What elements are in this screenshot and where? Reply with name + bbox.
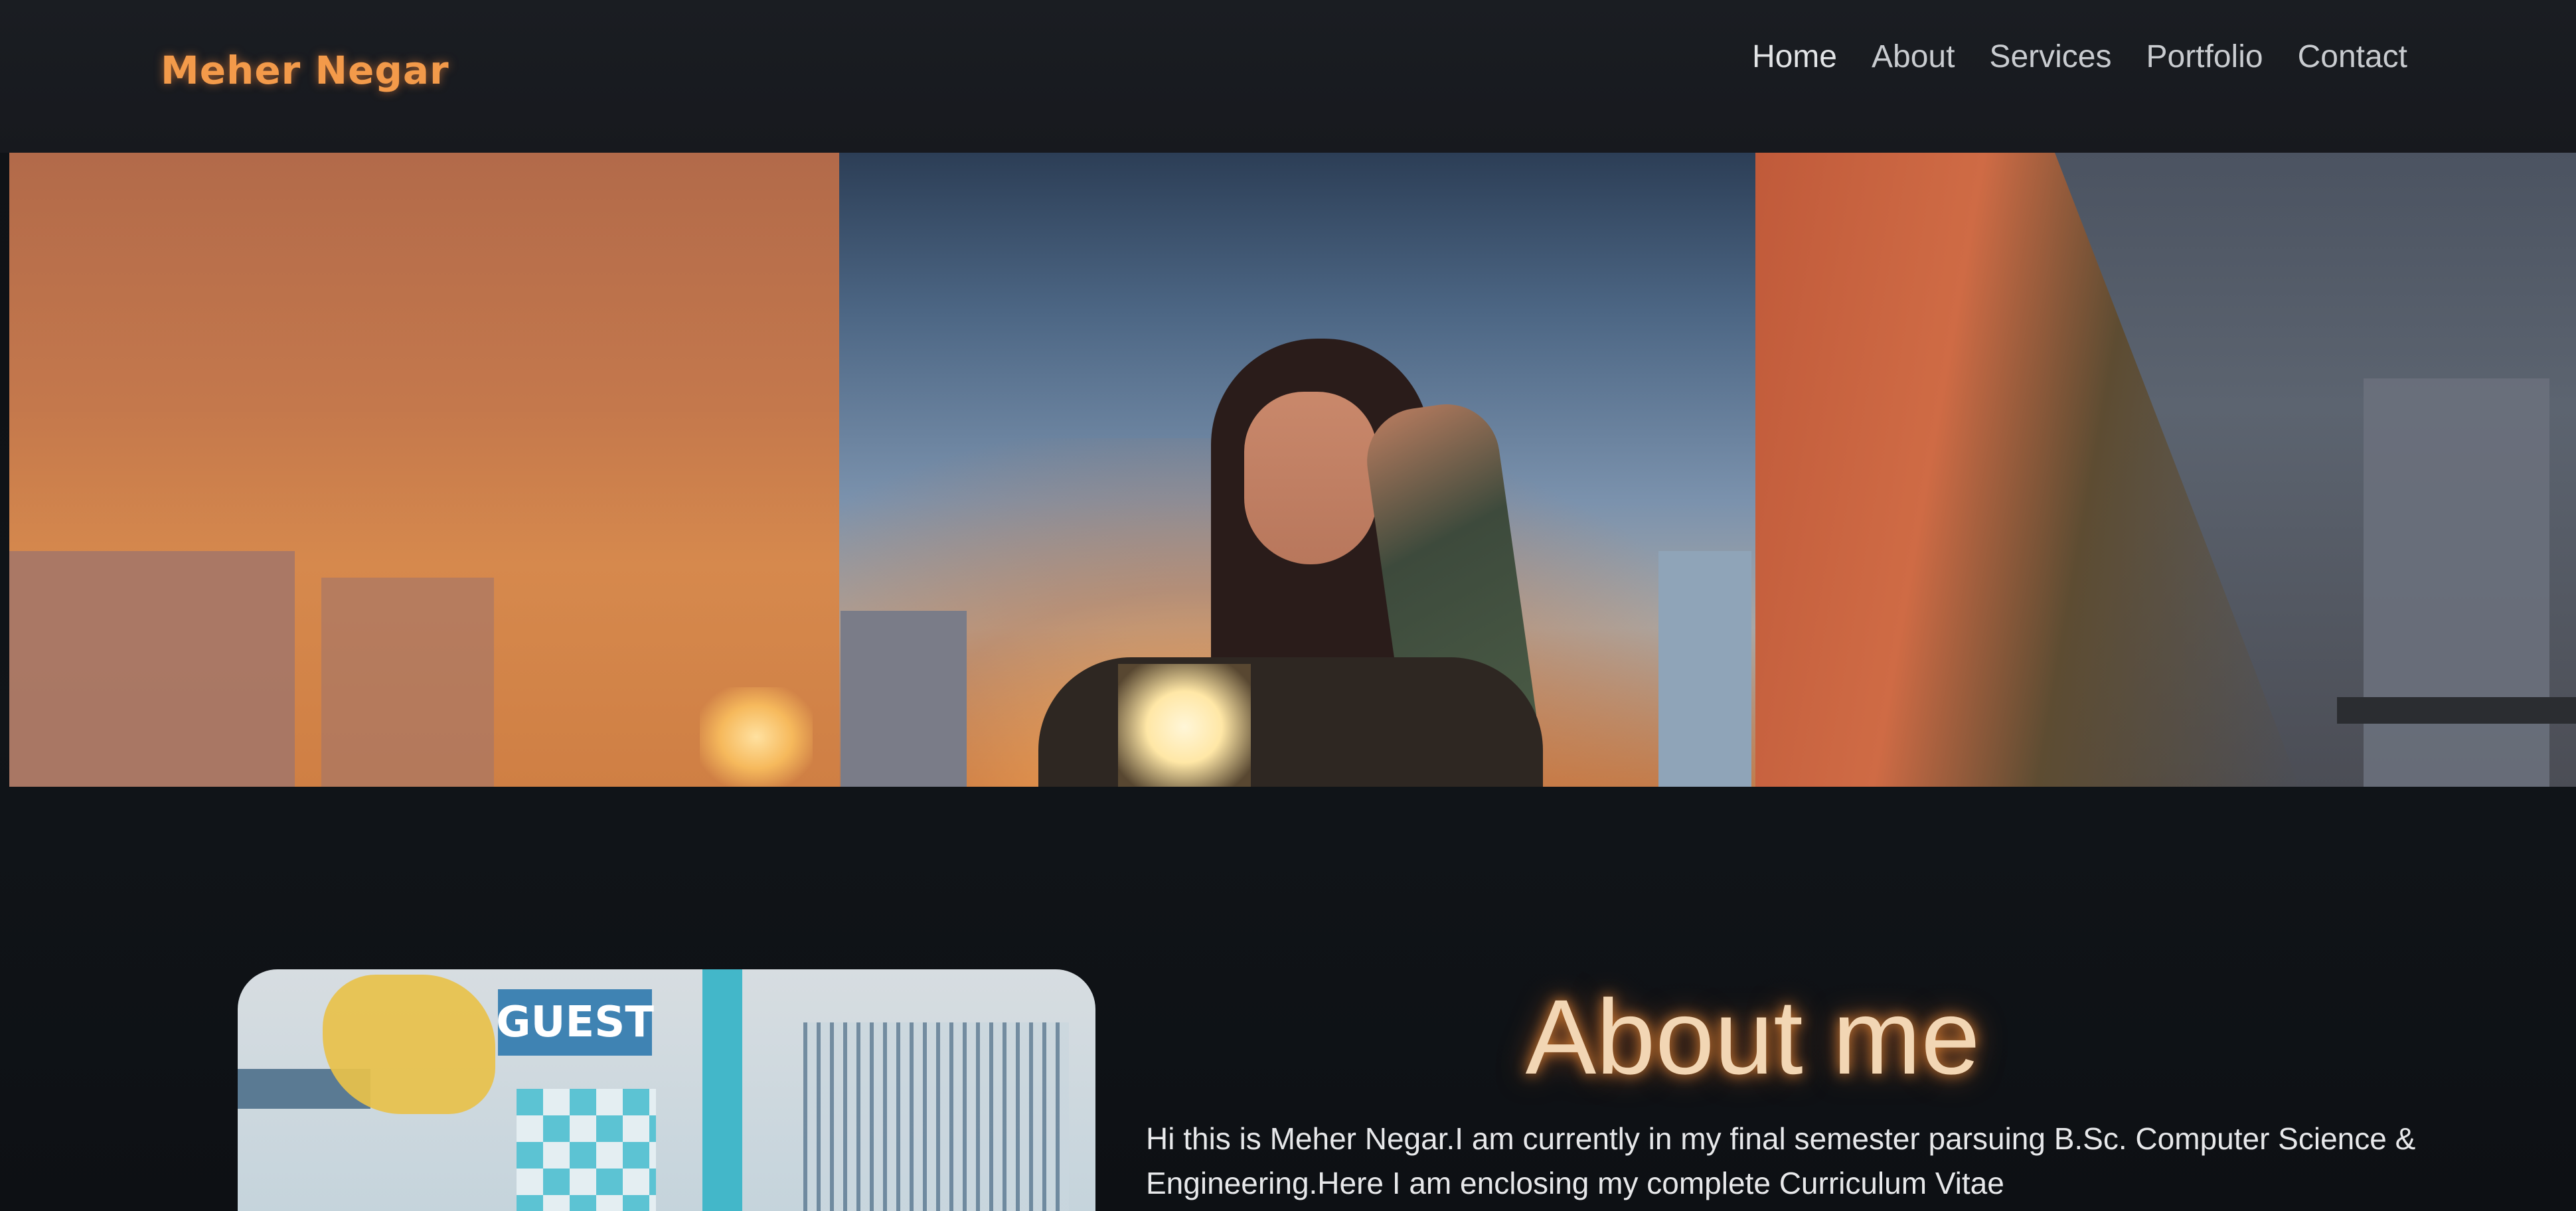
photo-grid-structure (803, 1022, 1069, 1211)
building-shape (321, 578, 494, 787)
nav-link-services[interactable]: Services (1989, 39, 2111, 75)
brand-logo[interactable]: Meher Negar (161, 48, 449, 93)
building-shape (841, 611, 967, 787)
nav-item-contact: Contact (2298, 39, 2407, 75)
building-shape (1658, 551, 1751, 787)
guest-sign: GUEST (496, 989, 654, 1056)
nav-link-about[interactable]: About (1872, 39, 1955, 75)
photo-checker-wall (517, 1089, 656, 1211)
about-title: About me (1525, 977, 1980, 1096)
about-photo: GUEST (238, 969, 1095, 1211)
nav-item-portfolio: Portfolio (2146, 39, 2263, 75)
building-shape (9, 551, 295, 787)
photo-yellow-shape (323, 975, 495, 1114)
ledge-shape (2337, 697, 2576, 724)
page: Meher Negar Home About Services Portfoli… (0, 0, 2576, 1211)
nav-item-about: About (1872, 39, 1955, 75)
nav-link-portfolio[interactable]: Portfolio (2146, 39, 2263, 75)
portrait-body (1038, 657, 1543, 787)
nav-item-services: Services (1989, 39, 2111, 75)
portrait-face (1244, 392, 1377, 564)
nav-link-home[interactable]: Home (1752, 39, 1837, 75)
hero-banner (9, 153, 2576, 787)
hero-image-left (9, 153, 839, 787)
light-glow (700, 687, 813, 787)
blurred-arm (1755, 153, 2300, 787)
candle-light (1118, 664, 1251, 787)
about-text: Hi this is Meher Negar.I am currently in… (1146, 1121, 2416, 1200)
nav-link-contact[interactable]: Contact (2298, 39, 2407, 75)
navbar: Meher Negar Home About Services Portfoli… (0, 0, 2576, 153)
hero-image-center (839, 153, 1755, 787)
hero-image-right (1755, 153, 2576, 787)
nav-item-home: Home (1752, 39, 1837, 75)
photo-pillar (702, 969, 742, 1211)
nav-menu: Home About Services Portfolio Contact (1752, 39, 2407, 75)
building-shape (2364, 378, 2549, 787)
